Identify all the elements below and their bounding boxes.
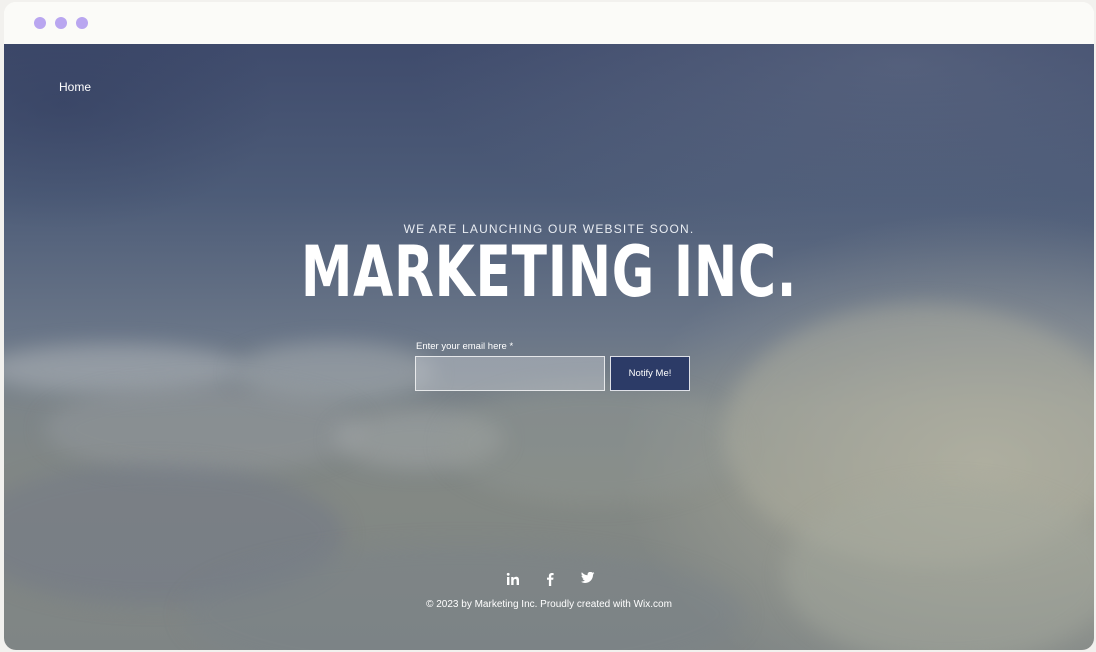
- twitter-icon[interactable]: [579, 572, 597, 588]
- window-dot-icon[interactable]: [34, 17, 46, 29]
- cloud-shape: [44, 384, 364, 474]
- email-field[interactable]: [415, 356, 605, 391]
- window-dot-icon[interactable]: [55, 17, 67, 29]
- notify-me-button[interactable]: Notify Me!: [610, 356, 690, 391]
- email-field-label: Enter your email here *: [416, 341, 514, 352]
- browser-window: Home WE ARE LAUNCHING OUR WEBSITE SOON. …: [4, 2, 1094, 650]
- page-title: MARKETING INC.: [300, 231, 798, 313]
- facebook-icon[interactable]: [541, 572, 559, 588]
- footer-copyright: © 2023 by Marketing Inc. Proudly created…: [426, 599, 672, 610]
- nav-home-link[interactable]: Home: [59, 80, 91, 94]
- hero-background: Home WE ARE LAUNCHING OUR WEBSITE SOON. …: [4, 44, 1094, 650]
- window-dot-icon[interactable]: [76, 17, 88, 29]
- browser-titlebar: [4, 2, 1094, 44]
- linkedin-icon[interactable]: [504, 572, 522, 588]
- cloud-shape: [444, 384, 744, 504]
